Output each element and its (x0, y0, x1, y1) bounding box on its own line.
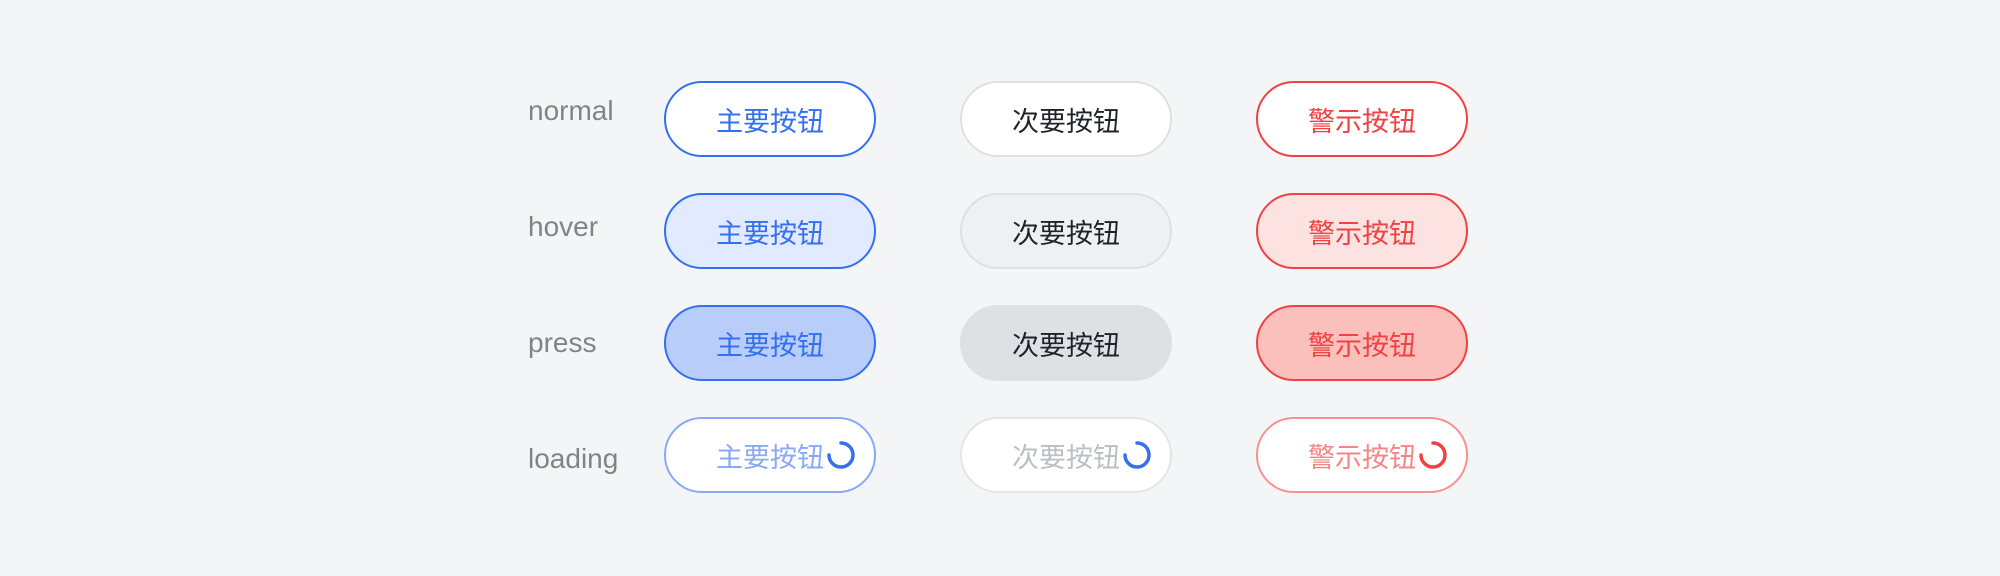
button-label: 警示按钮 (1308, 330, 1416, 362)
state-label-hover: hover (528, 211, 599, 242)
button-label: 主要按钮 (716, 330, 824, 362)
danger-button-normal[interactable]: 警示按钮 (1256, 81, 1468, 157)
loading-spinner-icon (1419, 441, 1447, 469)
primary-button-normal[interactable]: 主要按钮 (664, 81, 876, 157)
primary-button-hover[interactable]: 主要按钮 (664, 193, 876, 269)
loading-spinner-icon (1123, 441, 1151, 469)
button-label: 主要按钮 (716, 218, 824, 250)
button-label: 次要按钮 (1012, 106, 1120, 138)
danger-button-hover[interactable]: 警示按钮 (1256, 193, 1468, 269)
button-states-canvas: normal hover press loading 主要按钮 次要按钮 警示按… (0, 0, 2000, 576)
secondary-button-press[interactable]: 次要按钮 (960, 305, 1172, 381)
button-label: 主要按钮 (716, 106, 824, 138)
primary-button-loading[interactable]: 主要按钮 (664, 417, 876, 493)
state-label-loading: loading (528, 443, 619, 474)
button-label: 警示按钮 (1308, 106, 1416, 138)
danger-button-press[interactable]: 警示按钮 (1256, 305, 1468, 381)
button-label: 警示按钮 (1308, 218, 1416, 250)
state-label-press: press (528, 327, 597, 358)
secondary-button-normal[interactable]: 次要按钮 (960, 81, 1172, 157)
button-label: 次要按钮 (1012, 442, 1120, 474)
button-label: 次要按钮 (1012, 330, 1120, 362)
danger-button-loading[interactable]: 警示按钮 (1256, 417, 1468, 493)
button-label: 警示按钮 (1308, 442, 1416, 474)
state-label-normal: normal (528, 95, 614, 126)
secondary-button-hover[interactable]: 次要按钮 (960, 193, 1172, 269)
secondary-button-loading[interactable]: 次要按钮 (960, 417, 1172, 493)
button-label: 次要按钮 (1012, 218, 1120, 250)
loading-spinner-icon (827, 441, 855, 469)
primary-button-press[interactable]: 主要按钮 (664, 305, 876, 381)
button-label: 主要按钮 (716, 442, 824, 474)
